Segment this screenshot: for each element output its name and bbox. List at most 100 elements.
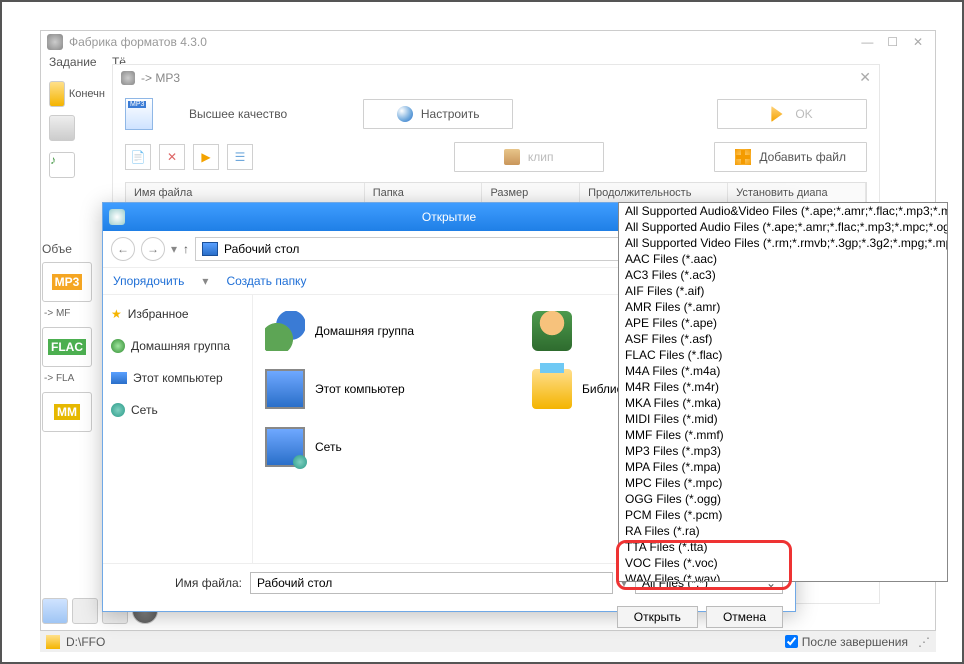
col-folder[interactable]: Папка <box>365 183 483 203</box>
libraries-large-icon <box>532 369 572 409</box>
remove-small-button[interactable]: ✕ <box>159 144 185 170</box>
new-folder-button[interactable]: Создать папку <box>226 274 306 288</box>
sidebar-favorites[interactable]: ★Избранное <box>109 303 246 325</box>
desktop-icon <box>202 242 218 256</box>
up-button[interactable]: ↑ <box>183 242 189 256</box>
chevron-down-icon: ▾ <box>202 274 208 288</box>
open-button[interactable]: Открыть <box>617 606 698 628</box>
taskbar-folder-icon <box>46 635 60 649</box>
format-card-mp3[interactable]: MP3 <box>42 262 92 302</box>
filetype-option[interactable]: PCM Files (*.pcm) <box>619 507 947 523</box>
network-icon <box>111 403 125 417</box>
col-duration[interactable]: Продолжительность <box>580 183 728 203</box>
filetype-option[interactable]: FLAC Files (*.flac) <box>619 347 947 363</box>
back-button[interactable]: ← <box>111 237 135 261</box>
item-network[interactable]: Сеть <box>265 421 516 473</box>
format-column: Объе MP3 -> MF FLAC -> FLA MM <box>42 242 110 438</box>
format-card-mma[interactable]: MM <box>42 392 92 432</box>
save-icon <box>504 149 520 165</box>
ok-button[interactable]: OK <box>717 99 867 129</box>
filetype-option[interactable]: WAV Files (*.wav) <box>619 571 947 582</box>
homegroup-large-icon <box>265 311 305 351</box>
col-name[interactable]: Имя файла <box>126 183 365 203</box>
sidebar-network[interactable]: Сеть <box>109 399 246 421</box>
menu-task[interactable]: Задание <box>49 55 97 69</box>
filetype-option[interactable]: All Supported Audio&Video Files (*.ape;*… <box>619 203 947 219</box>
minimize-button[interactable]: — <box>856 35 878 49</box>
filetype-dropdown-list[interactable]: All Supported Audio&Video Files (*.ape;*… <box>618 202 948 582</box>
open-dialog-title: Открытие <box>422 210 476 224</box>
filetype-option[interactable]: TTA Files (*.tta) <box>619 539 947 555</box>
recent-dropdown[interactable]: ▾ <box>171 242 177 256</box>
filetype-option[interactable]: AIF Files (*.aif) <box>619 283 947 299</box>
filetype-option[interactable]: MPC Files (*.mpc) <box>619 475 947 491</box>
open-dialog-icon <box>109 209 125 225</box>
filetype-option[interactable]: MKA Files (*.mka) <box>619 395 947 411</box>
play-small-button[interactable]: ▶ <box>193 144 219 170</box>
places-sidebar: ★Избранное Домашняя группа Этот компьюте… <box>103 295 253 563</box>
mp3-title-text: -> MP3 <box>141 71 180 85</box>
gear-icon <box>397 106 413 122</box>
mp3-file-icon <box>125 98 153 130</box>
clip-label: клип <box>528 150 554 164</box>
network-large-icon <box>265 427 305 467</box>
resize-grip-icon[interactable]: ⋰ <box>918 635 930 649</box>
filetype-option[interactable]: MIDI Files (*.mid) <box>619 411 947 427</box>
window-buttons: — ☐ ✕ <box>856 35 929 49</box>
objects-label: Объе <box>42 242 110 256</box>
filetype-option[interactable]: AC3 Files (*.ac3) <box>619 267 947 283</box>
configure-button[interactable]: Настроить <box>363 99 513 129</box>
video-icon[interactable] <box>49 115 75 141</box>
path-text: Рабочий стол <box>224 242 299 256</box>
filetype-option[interactable]: All Supported Video Files (*.rm;*.rmvb;*… <box>619 235 947 251</box>
maximize-button[interactable]: ☐ <box>882 35 904 49</box>
filetype-option[interactable]: MMF Files (*.mmf) <box>619 427 947 443</box>
flac-arrow-label: -> FLA <box>44 373 110 384</box>
mp3-close-button[interactable]: ✕ <box>859 69 871 86</box>
filetype-option[interactable]: M4R Files (*.m4r) <box>619 379 947 395</box>
homegroup-icon <box>111 339 125 353</box>
sidebar-thispc[interactable]: Этот компьютер <box>109 367 246 389</box>
doc-icon-2[interactable] <box>72 598 98 624</box>
plus-icon <box>735 149 751 165</box>
item-homegroup[interactable]: Домашняя группа <box>265 305 516 357</box>
add-small-button[interactable]: 📄 <box>125 144 151 170</box>
close-button[interactable]: ✕ <box>907 35 929 49</box>
music-icon[interactable]: ♪ <box>49 152 75 178</box>
doc-icon-1[interactable] <box>42 598 68 624</box>
filetype-option[interactable]: VOC Files (*.voc) <box>619 555 947 571</box>
filetype-option[interactable]: OGG Files (*.ogg) <box>619 491 947 507</box>
list-small-button[interactable]: ☰ <box>227 144 253 170</box>
quality-label: Высшее качество <box>189 107 287 121</box>
filetype-option[interactable]: ASF Files (*.asf) <box>619 331 947 347</box>
add-file-button[interactable]: Добавить файл <box>714 142 867 172</box>
filename-input[interactable] <box>250 572 613 594</box>
mp3-arrow-label: -> MF <box>44 308 110 319</box>
cancel-button[interactable]: Отмена <box>706 606 783 628</box>
sidebar-homegroup[interactable]: Домашняя группа <box>109 335 246 357</box>
clip-button[interactable]: клип <box>454 142 604 172</box>
forward-button[interactable]: → <box>141 237 165 261</box>
col-size[interactable]: Размер <box>482 183 580 203</box>
play-icon <box>771 106 787 122</box>
ok-label: OK <box>795 107 812 121</box>
mp3-window-icon <box>121 71 135 85</box>
organize-menu[interactable]: Упорядочить <box>113 274 184 288</box>
filetype-option[interactable]: All Supported Audio Files (*.ape;*.amr;*… <box>619 219 947 235</box>
add-file-label: Добавить файл <box>759 150 846 164</box>
filetype-option[interactable]: AAC Files (*.aac) <box>619 251 947 267</box>
filetype-option[interactable]: MP3 Files (*.mp3) <box>619 443 947 459</box>
dest-label: Конечн <box>69 88 105 100</box>
filetype-option[interactable]: M4A Files (*.m4a) <box>619 363 947 379</box>
item-thispc[interactable]: Этот компьютер <box>265 363 516 415</box>
format-card-flac[interactable]: FLAC <box>42 327 92 367</box>
col-range[interactable]: Установить диапа <box>728 183 866 203</box>
filetype-option[interactable]: APE Files (*.ape) <box>619 315 947 331</box>
filetype-option[interactable]: AMR Files (*.amr) <box>619 299 947 315</box>
folder-icon[interactable] <box>49 81 65 107</box>
monitor-icon <box>111 372 127 384</box>
filetype-option[interactable]: MPA Files (*.mpa) <box>619 459 947 475</box>
configure-label: Настроить <box>421 107 480 121</box>
star-icon: ★ <box>111 307 122 321</box>
filetype-option[interactable]: RA Files (*.ra) <box>619 523 947 539</box>
